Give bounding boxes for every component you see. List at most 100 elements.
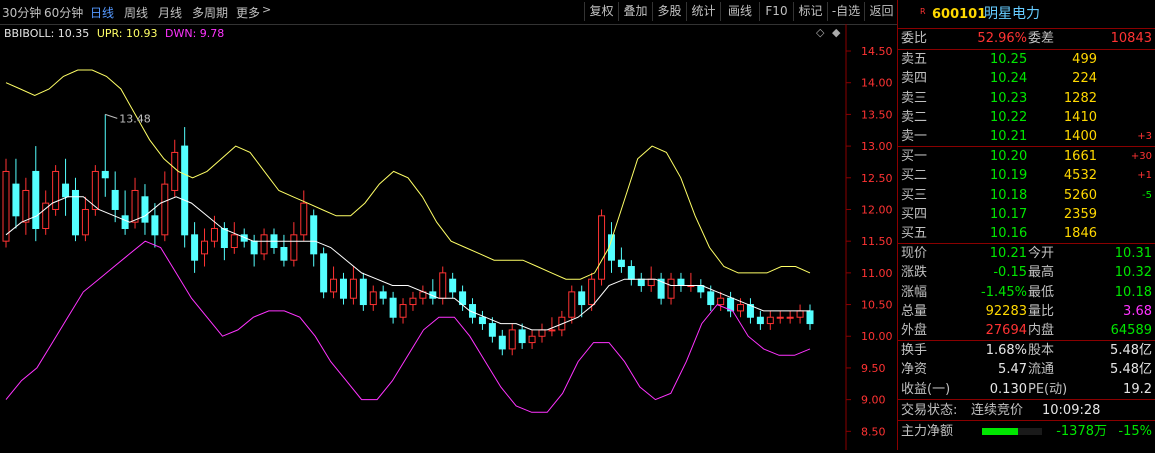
level-volume: 5260: [1063, 187, 1097, 203]
asks-level-2[interactable]: 卖四 10.24 224: [898, 69, 1155, 88]
main-flow-label: 主力净额: [901, 424, 954, 439]
fuquan-button[interactable]: 复权: [584, 2, 618, 21]
trade-state-time: 10:09:28: [1042, 403, 1101, 418]
bids-level-3[interactable]: 买三 10.18 5260 -5: [898, 186, 1155, 205]
level-volume: 1846: [1063, 226, 1097, 242]
asks-level-4[interactable]: 卖二 10.22 1410: [898, 108, 1155, 127]
fund-value: 1.68%: [985, 343, 1027, 358]
candle-body: [131, 189, 139, 223]
upr-band-line: [5, 69, 811, 280]
candle-body: [369, 291, 377, 306]
multi-stock-button[interactable]: 多股: [652, 2, 686, 21]
settings-diamond-icon[interactable]: ◆: [832, 26, 840, 39]
level-label: 买二: [901, 168, 928, 184]
y-tick-label: 12.50: [861, 172, 893, 185]
draw-line-button[interactable]: 画线: [720, 2, 759, 21]
level-label: 买三: [901, 187, 928, 203]
main-flow-value: -1378万: [1056, 424, 1107, 439]
period-tab-daily[interactable]: 日线: [90, 4, 114, 21]
level-price: 10.21: [990, 129, 1028, 145]
candle-body: [310, 215, 318, 255]
fund-label: PE(动): [1028, 381, 1068, 397]
period-tab-weekly[interactable]: 周线: [124, 4, 148, 21]
candle-body: [737, 304, 745, 312]
candle-body: [12, 183, 20, 217]
back-button[interactable]: 返回: [864, 2, 898, 21]
kline-chart[interactable]: 14.50 14.00 13.50 13.00 12.50 12.00 11.50 11.00…: [0, 24, 898, 450]
diamond-icon[interactable]: ◇: [816, 26, 824, 39]
period-tab-60min[interactable]: 60分钟: [44, 4, 83, 21]
y-tick-label: 9.00: [861, 394, 886, 407]
asks-level-3[interactable]: 卖三 10.23 1282: [898, 89, 1155, 108]
fund-value: 5.48亿: [1110, 343, 1152, 358]
level-price: 10.19: [990, 168, 1028, 184]
overlay-button[interactable]: 叠加: [618, 2, 652, 21]
candle-body: [766, 316, 774, 325]
candle-body: [280, 247, 288, 261]
asks-level-1[interactable]: 卖五 10.25 499: [898, 50, 1155, 69]
asks-level-5[interactable]: 卖一 10.21 1400 +3: [898, 127, 1155, 146]
level-volume: 499: [1072, 52, 1097, 67]
candle-body: [508, 329, 516, 350]
level-volume: 1661: [1063, 149, 1097, 164]
dwn-value: DWN: 9.78: [165, 27, 225, 40]
level-price: 10.18: [990, 187, 1028, 203]
quote-panel: R 600101 明星电力 委比 52.96% 委差 10843 卖五 10.25…: [898, 0, 1155, 450]
upr-value: UPR: 10.93: [96, 27, 158, 40]
fund-value: 0.130: [989, 381, 1027, 397]
bids-level-1[interactable]: 买一 10.20 1661 +30: [898, 147, 1155, 166]
candle-body: [32, 170, 40, 229]
candle-body: [101, 170, 109, 179]
candle-body: [717, 297, 725, 306]
level-price: 10.17: [990, 206, 1028, 222]
candle-body: [677, 278, 685, 287]
level-label: 买五: [901, 226, 928, 242]
level-change: +30: [1130, 151, 1152, 162]
level-volume: 2359: [1063, 206, 1097, 222]
candle-body: [300, 202, 308, 236]
candle-body: [389, 297, 397, 318]
add-watchlist-button[interactable]: -自选: [827, 2, 864, 21]
indicator-header: BBIBOLL: 10.35 UPR: 10.93 DWN: 9.78: [4, 27, 224, 40]
period-tab-monthly[interactable]: 月线: [158, 4, 182, 21]
high-annotation-arrow: [105, 113, 118, 119]
f10-button[interactable]: F10: [759, 2, 793, 21]
bids-level-4[interactable]: 买四 10.17 2359: [898, 205, 1155, 224]
fund-value: 19.2: [1123, 381, 1152, 397]
period-toolbar: 30分钟 60分钟 日线 周线 月线 多周期 更多 > 复权 叠加 多股 统计 …: [0, 0, 898, 25]
candle-body: [379, 291, 387, 299]
candle-body: [478, 316, 486, 325]
level-label: 卖五: [901, 52, 928, 67]
candle-body: [617, 259, 625, 268]
stats-button[interactable]: 统计: [686, 2, 720, 21]
fund-label: 净资: [901, 362, 928, 378]
candle-body: [52, 170, 60, 210]
candle-body: [776, 316, 784, 319]
candle-body: [667, 278, 675, 299]
y-tick-label: 11.50: [861, 235, 893, 248]
candle-body: [548, 329, 556, 332]
mark-button[interactable]: 标记: [793, 2, 827, 21]
candle-body: [568, 291, 576, 318]
weibi-label: 委比: [901, 31, 928, 46]
quote-row: 涨跌 -0.15 最高 10.32: [898, 263, 1155, 282]
candle-body: [290, 234, 298, 261]
stock-name: 明星电力: [984, 6, 1040, 22]
quote-label: 内盘: [1028, 323, 1055, 339]
bids-level-5[interactable]: 买五 10.16 1846: [898, 224, 1155, 243]
level-label: 卖一: [901, 129, 928, 145]
candle-body: [518, 329, 526, 344]
period-tab-30min[interactable]: 30分钟: [2, 4, 41, 21]
period-tab-more[interactable]: 更多: [236, 4, 260, 21]
quote-label: 最高: [1028, 265, 1055, 281]
period-tab-multi[interactable]: 多周期: [192, 4, 228, 21]
bids-level-2[interactable]: 买二 10.19 4532 +1: [898, 166, 1155, 185]
stock-header: R 600101 明星电力: [898, 5, 1155, 25]
y-tick-label: 13.50: [861, 108, 893, 121]
y-tick-label: 11.00: [861, 267, 893, 280]
trade-state-value: 连续竞价: [971, 403, 1024, 418]
chevron-right-icon[interactable]: >: [262, 3, 271, 16]
level-volume: 224: [1072, 71, 1097, 87]
candle-body: [588, 278, 596, 306]
level-change: +3: [1137, 131, 1152, 143]
